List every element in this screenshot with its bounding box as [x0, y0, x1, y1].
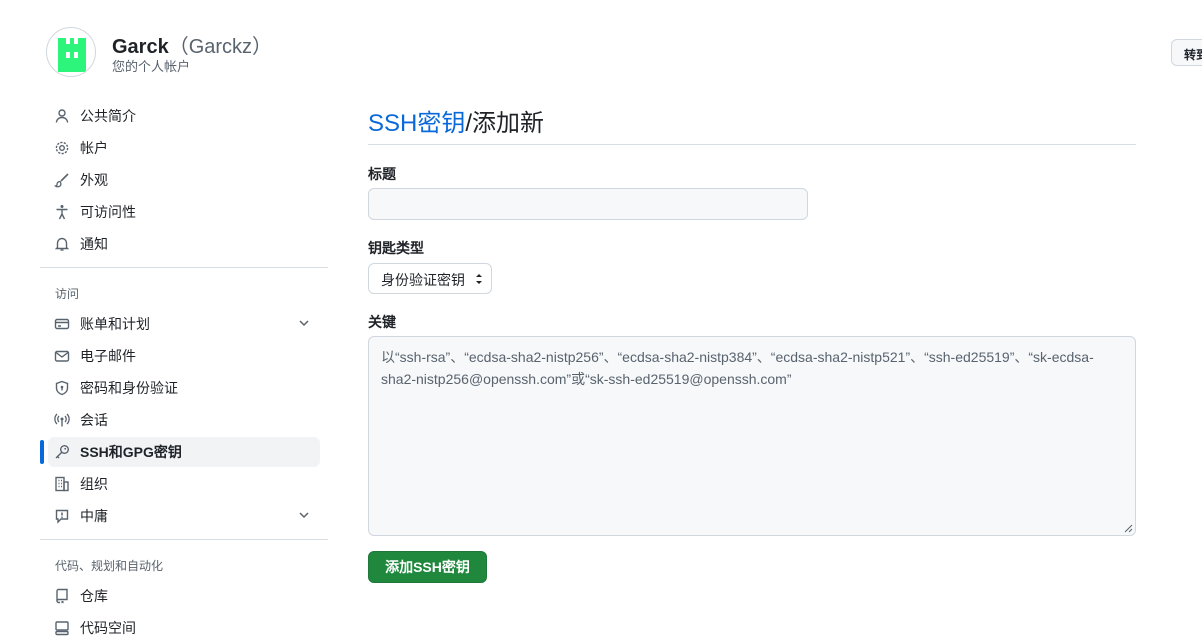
sidebar-section-access: 访问 — [55, 287, 80, 301]
sidebar-item-notifications[interactable]: 通知 — [48, 229, 320, 259]
switch-account-button[interactable]: 转到 — [1171, 39, 1202, 66]
account-name: Garck（Garckz） — [112, 30, 272, 59]
sidebar-divider — [40, 267, 328, 268]
sidebar-item-label: 电子邮件 — [80, 348, 136, 364]
resize-handle-icon[interactable] — [1124, 524, 1133, 533]
sidebar-item-label: 通知 — [80, 236, 108, 252]
broadcast-icon — [54, 412, 70, 428]
heading-divider — [368, 144, 1136, 145]
sidebar-item-label: 帐户 — [80, 140, 108, 156]
key-type-selected: 身份验证密钥 — [381, 272, 465, 288]
credit-card-icon — [54, 316, 70, 332]
select-caret-icon — [476, 274, 482, 284]
sidebar-section-code: 代码、规划和自动化 — [55, 559, 164, 573]
key-type-select[interactable]: 身份验证密钥 — [368, 263, 492, 294]
key-icon — [54, 444, 70, 460]
codespaces-icon — [54, 620, 70, 636]
sidebar-item-label: 公共简介 — [80, 108, 136, 124]
active-indicator — [40, 440, 44, 464]
sidebar-item-sessions[interactable]: 会话 — [48, 405, 320, 435]
sidebar-item-label: 仓库 — [80, 588, 108, 604]
title-label: 标题 — [368, 166, 396, 182]
sidebar-item-emails[interactable]: 电子邮件 — [48, 341, 320, 371]
report-icon — [54, 508, 70, 524]
sidebar-item-organizations[interactable]: 组织 — [48, 469, 320, 499]
gear-icon — [54, 140, 70, 156]
sidebar-item-ssh-gpg-keys[interactable]: SSH和GPG密钥 — [48, 437, 320, 467]
identicon — [58, 38, 86, 72]
sidebar-item-moderation[interactable]: 中庸 — [48, 501, 320, 531]
page-title: SSH密钥/添加新 — [368, 103, 544, 138]
sidebar-item-label: SSH和GPG密钥 — [80, 444, 182, 460]
sidebar-item-label: 可访问性 — [80, 204, 136, 220]
chevron-down-icon[interactable] — [298, 317, 310, 329]
key-label: 关键 — [368, 314, 396, 330]
sidebar-item-label: 会话 — [80, 412, 108, 428]
sidebar-item-billing[interactable]: 账单和计划 — [48, 309, 320, 339]
sidebar-divider — [40, 539, 328, 540]
sidebar-item-label: 密码和身份验证 — [80, 380, 178, 396]
sidebar-item-label: 账单和计划 — [80, 316, 150, 332]
key-type-label: 钥匙类型 — [368, 240, 424, 256]
shield-lock-icon — [54, 380, 70, 396]
chevron-down-icon[interactable] — [298, 509, 310, 521]
account-subtitle: 您的个人帐户 — [112, 59, 191, 74]
accessibility-icon — [54, 204, 70, 220]
sidebar-item-public-profile[interactable]: 公共简介 — [48, 101, 320, 131]
login-name: （Garckz） — [168, 36, 273, 58]
add-ssh-key-button[interactable]: 添加SSH密钥 — [368, 551, 487, 583]
sidebar-item-password-auth[interactable]: 密码和身份验证 — [48, 373, 320, 403]
sidebar-item-accessibility[interactable]: 可访问性 — [48, 197, 320, 227]
sidebar-item-label: 中庸 — [80, 508, 108, 524]
repo-icon — [54, 588, 70, 604]
sidebar-item-label: 组织 — [80, 476, 108, 492]
key-textarea[interactable]: 以“ssh-rsa”、“ecdsa-sha2-nistp256”、“ecdsa-… — [368, 336, 1136, 536]
avatar[interactable] — [46, 27, 96, 77]
person-icon — [54, 108, 70, 124]
breadcrumb-ssh-keys-link[interactable]: SSH密钥 — [368, 110, 465, 137]
sidebar-item-codespaces[interactable]: 代码空间 — [48, 613, 320, 643]
bell-icon — [54, 236, 70, 252]
sidebar-item-account[interactable]: 帐户 — [48, 133, 320, 163]
organization-icon — [54, 476, 70, 492]
sidebar-item-label: 外观 — [80, 172, 108, 188]
paintbrush-icon — [54, 172, 70, 188]
sidebar-item-repositories[interactable]: 仓库 — [48, 581, 320, 611]
display-name: Garck — [112, 36, 169, 58]
title-input[interactable] — [368, 188, 808, 220]
key-placeholder: 以“ssh-rsa”、“ecdsa-sha2-nistp256”、“ecdsa-… — [381, 349, 1094, 387]
breadcrumb-current: /添加新 — [465, 110, 545, 137]
sidebar-item-label: 代码空间 — [80, 620, 136, 636]
mail-icon — [54, 348, 70, 364]
sidebar-item-appearance[interactable]: 外观 — [48, 165, 320, 195]
